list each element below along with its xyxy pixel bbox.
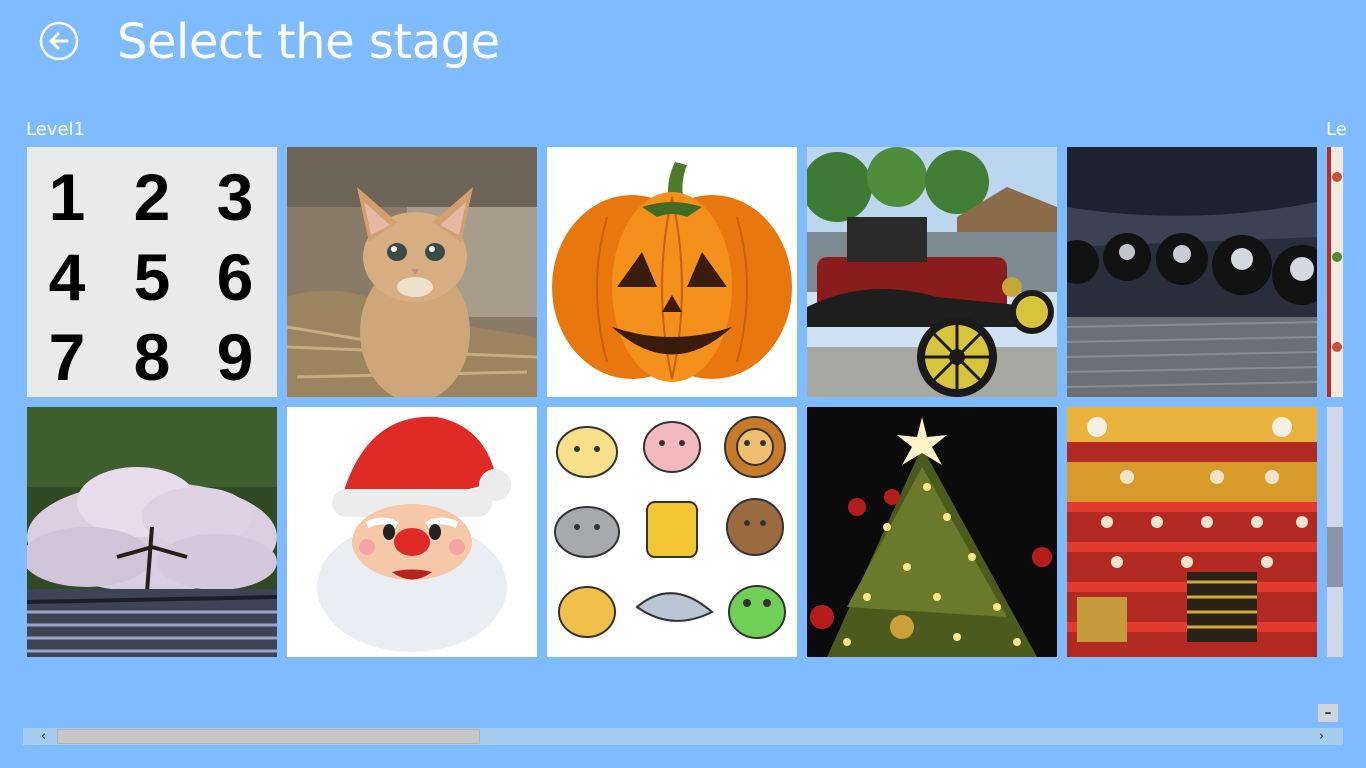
number-7: 7: [48, 320, 86, 394]
group-header-level2[interactable]: Le: [1326, 117, 1347, 143]
horizontal-scrollbar[interactable]: ‹ ›: [23, 728, 1343, 745]
group-header-level1[interactable]: Level1: [26, 117, 85, 143]
stage-tile-vintage-car[interactable]: [807, 147, 1057, 397]
stage-tile-hina-dolls[interactable]: [1067, 407, 1317, 657]
kitten-image: [287, 147, 537, 397]
stage-tile-christmas-tree[interactable]: [807, 407, 1057, 657]
back-button[interactable]: [39, 21, 79, 61]
stage-tile-santa-claus[interactable]: [287, 407, 537, 657]
stage-select-page: Select the stage Level1 Le 1 2 3 4 5 6 7…: [0, 0, 1366, 768]
hina-dolls-image: [1067, 407, 1317, 657]
scrollbar-thumb[interactable]: [57, 729, 480, 744]
page-title: Select the stage: [117, 14, 500, 70]
jack-o-lantern-image: [547, 147, 797, 397]
number-9: 9: [216, 320, 254, 394]
amplifier-knobs-image: [1067, 147, 1317, 397]
number-6: 6: [216, 240, 254, 314]
number-8: 8: [133, 320, 171, 394]
number-5: 5: [133, 240, 171, 314]
number-2: 2: [133, 160, 171, 234]
partial-tile-1-image: [1327, 147, 1343, 397]
scroll-right-icon[interactable]: ›: [1313, 728, 1330, 745]
number-3: 3: [216, 160, 254, 234]
christmas-tree-image: [807, 407, 1057, 657]
cherry-blossom-image: [27, 407, 277, 657]
scroll-left-icon[interactable]: ‹: [35, 728, 52, 745]
numbers-image: 1 2 3 4 5 6 7 8 9: [27, 147, 277, 397]
cartoon-animals-image: [547, 407, 797, 657]
stage-tile-jack-o-lantern[interactable]: [547, 147, 797, 397]
stage-tile-partial-1[interactable]: [1327, 147, 1343, 397]
back-arrow-icon: [39, 21, 79, 61]
number-4: 4: [48, 240, 86, 314]
vintage-car-image: [807, 147, 1057, 397]
stage-tile-kitten[interactable]: [287, 147, 537, 397]
stage-tile-cherry-blossom[interactable]: [27, 407, 277, 657]
stage-tile-numbers[interactable]: 1 2 3 4 5 6 7 8 9: [27, 147, 277, 397]
stage-tile-cartoon-animals[interactable]: [547, 407, 797, 657]
semantic-zoom-button[interactable]: –: [1318, 704, 1338, 722]
partial-tile-2-image: [1327, 407, 1343, 657]
stage-tile-partial-2[interactable]: [1327, 407, 1343, 657]
stage-tile-amplifier-knobs[interactable]: [1067, 147, 1317, 397]
santa-claus-image: [287, 407, 537, 657]
number-1: 1: [48, 160, 86, 234]
